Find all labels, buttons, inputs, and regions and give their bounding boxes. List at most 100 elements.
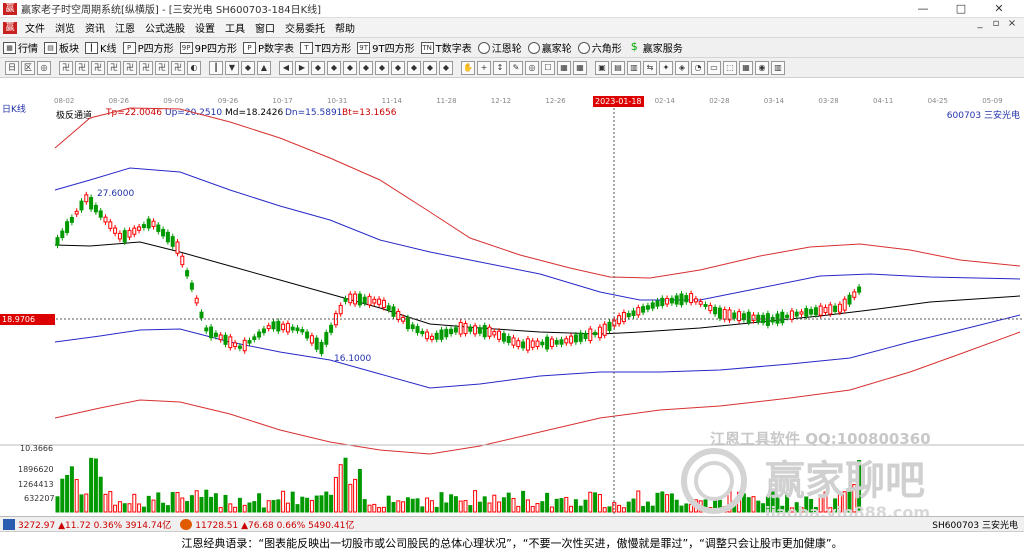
- candle: [559, 339, 564, 345]
- toolbar-p-table-button[interactable]: P P数字表: [240, 40, 297, 55]
- minimize-button[interactable]: —: [904, 1, 942, 17]
- drawing-tool-button[interactable]: ◀: [279, 60, 293, 75]
- drawing-tool-button[interactable]: ▦: [573, 60, 587, 75]
- drawing-tool-button[interactable]: ◆: [375, 60, 389, 75]
- drawing-tool-button[interactable]: 卍: [91, 60, 105, 75]
- drawing-tool-button[interactable]: 卍: [123, 60, 137, 75]
- volume-bar: [477, 501, 482, 513]
- toolbar-sector-button[interactable]: ▤ 板块: [41, 40, 82, 55]
- drawing-tool-button[interactable]: ▦: [557, 60, 571, 75]
- drawing-tool-button[interactable]: ▼: [225, 60, 239, 75]
- drawing-tool-button[interactable]: 卍: [139, 60, 153, 75]
- menu-gann[interactable]: 江恩: [110, 20, 140, 35]
- candle: [525, 338, 530, 351]
- drawing-tool-button[interactable]: 卍: [75, 60, 89, 75]
- maximize-button[interactable]: □: [942, 1, 980, 17]
- drawing-tool-button[interactable]: 卍: [171, 60, 185, 75]
- drawing-tool-button[interactable]: ◆: [327, 60, 341, 75]
- toolbar-service-button[interactable]: $ 赢家服务: [625, 40, 686, 56]
- drawing-tool-button[interactable]: ◐: [187, 60, 201, 75]
- volume-bar: [84, 493, 89, 513]
- drawing-tool-button[interactable]: ◎: [525, 60, 539, 75]
- drawing-tool-button[interactable]: ◆: [359, 60, 373, 75]
- candle: [698, 301, 703, 305]
- drawing-tool-button[interactable]: ✎: [509, 60, 523, 75]
- child-close-button[interactable]: ×: [1004, 18, 1020, 29]
- volume-bar: [525, 499, 530, 513]
- drawing-tool-button[interactable]: ▥: [627, 60, 641, 75]
- drawing-tool-button[interactable]: +: [477, 60, 491, 75]
- drawing-tool-button[interactable]: 卍: [155, 60, 169, 75]
- drawing-tool-button[interactable]: ▲: [257, 60, 271, 75]
- child-restore-button[interactable]: ▫: [988, 18, 1004, 29]
- drawing-tool-button[interactable]: ◈: [675, 60, 689, 75]
- close-button[interactable]: ✕: [980, 1, 1018, 17]
- volume-bar: [108, 491, 113, 513]
- toolbar-9p-square-button[interactable]: 9P 9P四方形: [177, 40, 240, 55]
- candle: [189, 282, 194, 290]
- drawing-tool-button[interactable]: ◉: [755, 60, 769, 75]
- drawing-tool-button[interactable]: ◆: [343, 60, 357, 75]
- toolbar-winner-wheel-button[interactable]: 赢家轮: [525, 40, 575, 55]
- volume-bar: [650, 505, 655, 513]
- drawing-tool-button[interactable]: ▦: [739, 60, 753, 75]
- drawing-tool-button[interactable]: ◆: [241, 60, 255, 75]
- menu-help[interactable]: 帮助: [330, 20, 360, 35]
- drawing-tool-button[interactable]: ▥: [771, 60, 785, 75]
- candle: [650, 302, 655, 309]
- drawing-tool-button[interactable]: ◆: [407, 60, 421, 75]
- candle: [353, 293, 358, 305]
- drawing-tool-button[interactable]: ◔: [691, 60, 705, 75]
- toolbar-t-table-button[interactable]: TN T数字表: [418, 40, 475, 55]
- candle: [823, 306, 828, 314]
- volume-bar: [444, 502, 449, 513]
- toolbar-t-square-button[interactable]: T T四方形: [297, 40, 354, 55]
- drawing-tool-button[interactable]: 卍: [59, 60, 73, 75]
- drawing-tool-button[interactable]: ◎: [37, 60, 51, 75]
- toolbar-kline-button[interactable]: ┃ K线: [82, 40, 120, 55]
- drawing-tool-button[interactable]: 卍: [107, 60, 121, 75]
- candle: [569, 335, 574, 344]
- drawing-tool-button[interactable]: ◆: [439, 60, 453, 75]
- candle: [497, 330, 502, 340]
- drawing-tool-button[interactable]: ▶: [295, 60, 309, 75]
- drawing-tool-button[interactable]: ◆: [391, 60, 405, 75]
- volume-bar: [655, 492, 660, 513]
- toolbar-hexagon-button[interactable]: 六角形: [575, 40, 625, 55]
- volume-bar: [569, 505, 574, 513]
- drawing-tool-button[interactable]: ┃: [209, 60, 223, 75]
- drawing-tool-button[interactable]: ⇆: [643, 60, 657, 75]
- volume-bar: [439, 492, 444, 513]
- drawing-tool-button[interactable]: ◆: [423, 60, 437, 75]
- candle: [703, 303, 708, 307]
- drawing-tool-button[interactable]: ✋: [461, 60, 475, 75]
- drawing-tool-button[interactable]: ⬚: [723, 60, 737, 75]
- drawing-tool-button[interactable]: 区: [21, 60, 35, 75]
- candle: [487, 326, 492, 337]
- menu-info[interactable]: 资讯: [80, 20, 110, 35]
- child-minimize-button[interactable]: _: [972, 18, 988, 29]
- drawing-tool-button[interactable]: ✦: [659, 60, 673, 75]
- toolbar-quote-button[interactable]: ▦ 行情: [0, 40, 41, 55]
- menu-settings[interactable]: 设置: [190, 20, 220, 35]
- candle: [74, 210, 79, 215]
- menu-trade[interactable]: 交易委托: [280, 20, 330, 35]
- menu-file[interactable]: 文件: [20, 20, 50, 35]
- menu-browse[interactable]: 浏览: [50, 20, 80, 35]
- drawing-tool-button[interactable]: 日: [5, 60, 19, 75]
- menu-formula[interactable]: 公式选股: [140, 20, 190, 35]
- drawing-tool-button[interactable]: ◆: [311, 60, 325, 75]
- drawing-tool-button[interactable]: ▣: [595, 60, 609, 75]
- drawing-tool-button[interactable]: ▭: [707, 60, 721, 75]
- toolbar-9t-square-button[interactable]: 9T 9T四方形: [354, 40, 417, 55]
- drawing-tool-button[interactable]: ☐: [541, 60, 555, 75]
- drawing-tool-button[interactable]: ↕: [493, 60, 507, 75]
- toolbar-p-square-button[interactable]: P P四方形: [120, 40, 177, 55]
- candle: [593, 332, 598, 336]
- menu-tools[interactable]: 工具: [220, 20, 250, 35]
- drawing-tool-button[interactable]: ▤: [611, 60, 625, 75]
- toolbar-gann-wheel-button[interactable]: 江恩轮: [475, 40, 525, 55]
- menu-window[interactable]: 窗口: [250, 20, 280, 35]
- sh-index[interactable]: 3272.97 ▲11.72 0.36% 3914.74亿: [18, 518, 171, 531]
- sz-index[interactable]: 11728.51 ▲76.68 0.66% 5490.41亿: [195, 518, 354, 531]
